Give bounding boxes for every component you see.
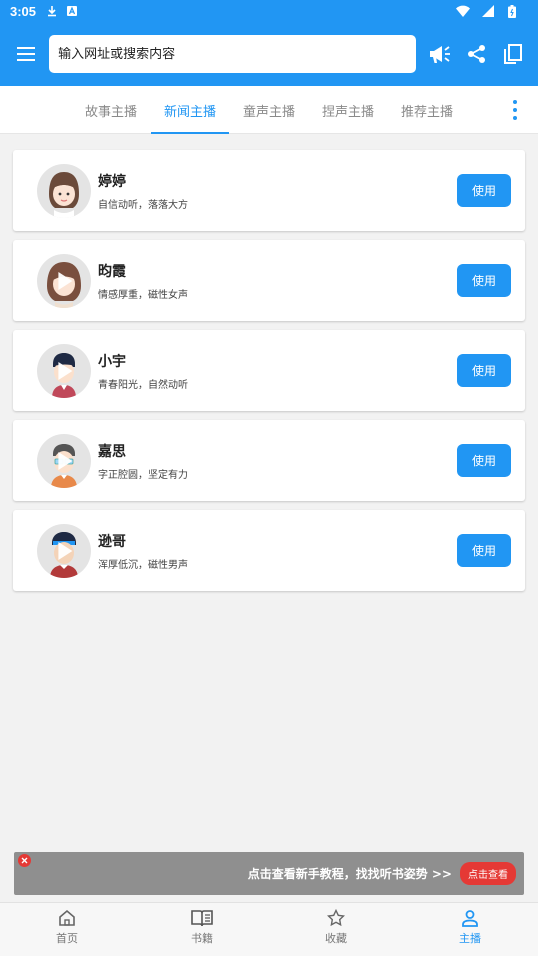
anchor-desc: 情感厚重，磁性女声 [98,289,188,301]
anchor-name: 小宇 [98,353,126,370]
tutorial-banner[interactable]: 点击查看新手教程，找找听书姿势 >> 点击查看 [14,852,524,895]
tab-story[interactable]: 故事主播 [72,86,150,134]
more-icon[interactable] [510,100,520,120]
tab-label: 童声主播 [242,104,295,120]
list-item: 昀霞 情感厚重，磁性女声 使用 [13,240,525,321]
signal-icon [482,5,494,17]
tab-label: 推荐主播 [400,104,453,120]
tab-child-voice[interactable]: 童声主播 [230,86,308,134]
nav-label: 主播 [459,932,481,945]
bookmark-page-icon [504,44,522,64]
list-item: 逊哥 浑厚低沉，磁性男声 使用 [13,510,525,591]
wifi-icon [456,5,470,18]
notification-a-icon [66,5,78,17]
anchor-list: 婷婷 自信动听，落落大方 使用 昀霞 情感厚重，磁性女声 使用 小宇 青春阳光，… [13,150,525,600]
menu-icon [16,47,35,61]
avatar[interactable] [37,343,91,398]
book-view-button[interactable] [500,41,526,67]
use-button[interactable]: 使用 [457,444,511,477]
anchor-tabs: 故事主播 新闻主播 童声主播 捏声主播 推荐主播 [0,86,538,134]
home-icon [59,909,75,926]
anchor-name: 婷婷 [98,173,126,190]
tab-news[interactable]: 新闻主播 [151,86,229,134]
broadcast-button[interactable] [428,41,454,67]
play-icon[interactable] [58,361,73,380]
nav-anchors[interactable]: 主播 [435,909,505,953]
book-icon [191,910,213,927]
close-icon[interactable] [18,854,31,867]
menu-button[interactable] [12,40,39,68]
share-icon [468,45,485,63]
tab-custom-voice[interactable]: 捏声主播 [309,86,387,134]
play-icon[interactable] [58,451,73,470]
nav-books[interactable]: 书籍 [167,909,237,953]
anchor-name: 昀霞 [98,263,126,280]
nav-label: 首页 [56,932,78,945]
status-bar: 3:05 [0,0,538,22]
use-button[interactable]: 使用 [457,264,511,297]
play-icon[interactable] [58,271,73,290]
bottom-nav: 首页 书籍 收藏 主播 [0,902,538,956]
list-item: 小宇 青春阳光，自然动听 使用 [13,330,525,411]
top-bar: 3:05 [0,0,538,86]
share-button[interactable] [464,41,490,67]
use-button[interactable]: 使用 [457,534,511,567]
use-button[interactable]: 使用 [457,354,511,387]
search-input[interactable] [58,46,407,62]
tab-recommended[interactable]: 推荐主播 [388,86,466,134]
anchor-name: 嘉思 [98,443,126,460]
nav-label: 收藏 [325,932,347,945]
banner-view-button[interactable]: 点击查看 [460,862,516,885]
anchor-desc: 浑厚低沉，磁性男声 [98,559,188,571]
tab-label: 捏声主播 [321,104,374,120]
app-bar [0,22,538,86]
status-time: 3:05 [10,3,37,19]
search-bar[interactable] [49,35,416,73]
tab-label: 新闻主播 [163,104,216,120]
banner-text: 点击查看新手教程，找找听书姿势 >> [247,867,452,881]
megaphone-icon [430,46,450,63]
anchor-desc: 青春阳光，自然动听 [98,379,188,391]
star-icon [327,909,345,927]
nav-favorites[interactable]: 收藏 [301,909,371,953]
battery-icon [508,5,520,18]
nav-home[interactable]: 首页 [32,909,102,953]
list-item: 婷婷 自信动听，落落大方 使用 [13,150,525,231]
tab-label: 故事主播 [84,104,137,120]
download-icon [46,5,58,17]
use-button[interactable]: 使用 [457,174,511,207]
person-icon [462,910,478,927]
nav-label: 书籍 [191,932,213,945]
avatar[interactable] [37,253,91,308]
female-avatar-icon [49,171,79,218]
anchor-desc: 字正腔圆，坚定有力 [98,469,188,481]
avatar[interactable] [37,433,91,488]
avatar[interactable] [37,163,91,218]
list-item: 嘉思 字正腔圆，坚定有力 使用 [13,420,525,501]
avatar[interactable] [37,523,91,578]
anchor-desc: 自信动听，落落大方 [98,199,188,211]
play-icon[interactable] [58,541,73,560]
anchor-name: 逊哥 [98,533,126,550]
